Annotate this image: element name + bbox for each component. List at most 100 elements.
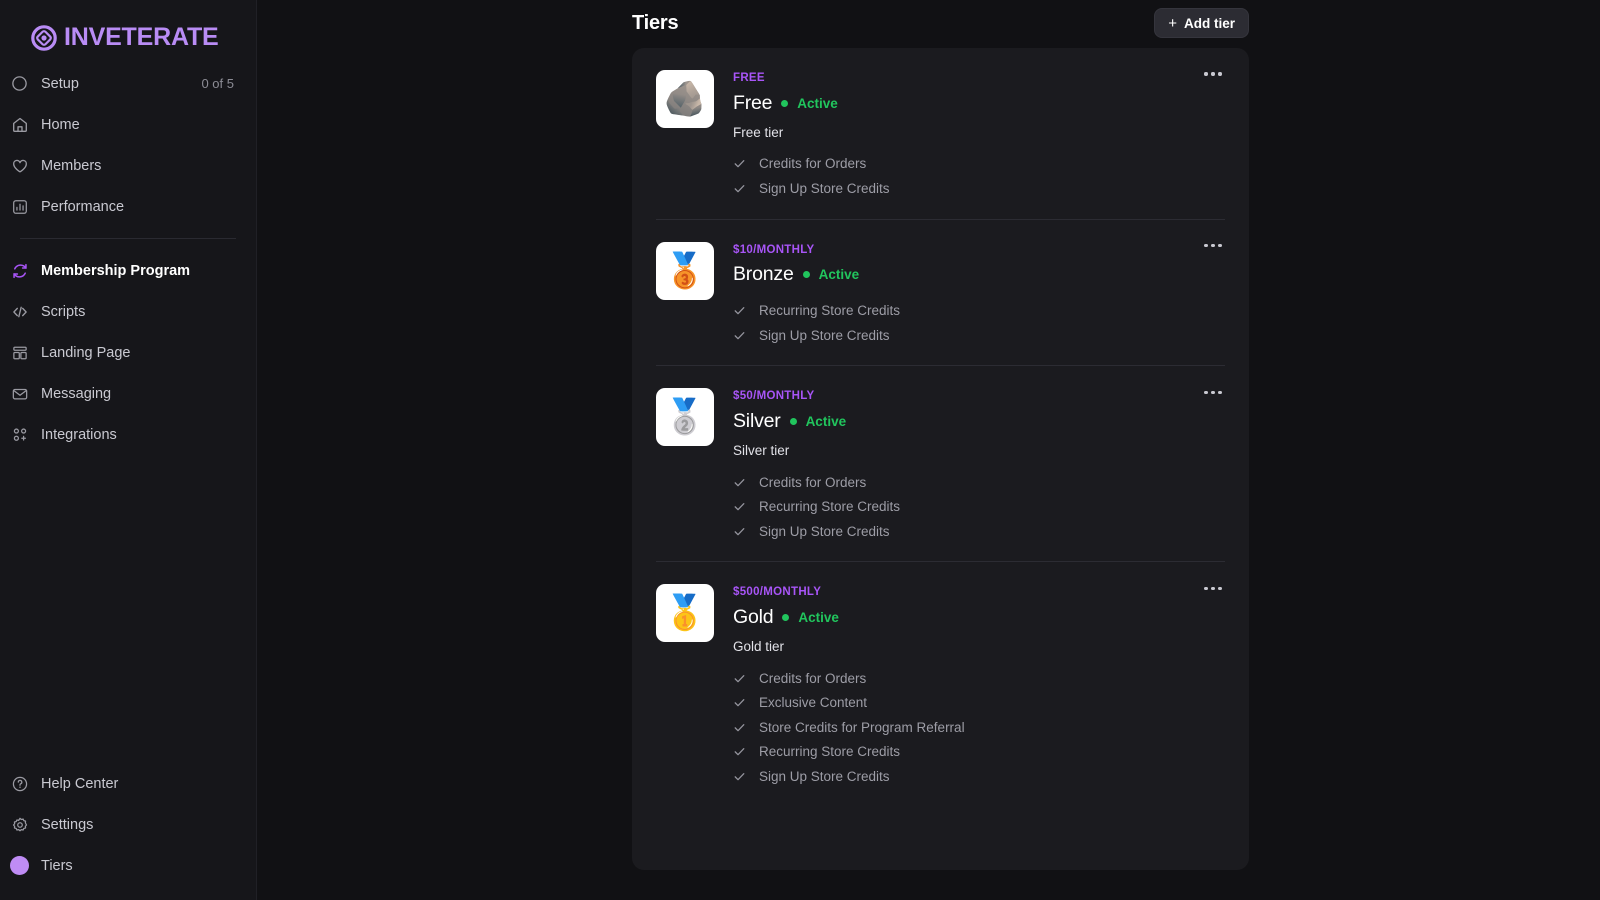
status-dot-icon <box>782 614 789 621</box>
status-dot-icon <box>803 271 810 278</box>
plus-icon: + <box>1168 16 1177 31</box>
envelope-icon <box>10 384 29 403</box>
tier-feature-list: Recurring Store Credits Sign Up Store Cr… <box>733 298 1225 347</box>
tier-feature: Sign Up Store Credits <box>733 323 1225 348</box>
sidebar-bottom-nav: Help Center Settings Tiers <box>0 763 256 886</box>
ellipsis-icon[interactable] <box>1199 380 1227 404</box>
tier-feature: Recurring Store Credits <box>733 494 1225 519</box>
sidebar-item-membership-program[interactable]: Membership Program <box>0 250 256 291</box>
heart-icon <box>10 156 29 175</box>
silver-medal-emoji: 🥈 <box>656 388 714 446</box>
tier-feature-label: Recurring Store Credits <box>759 499 900 514</box>
sidebar-item-performance[interactable]: Performance <box>0 186 256 227</box>
check-icon <box>733 329 746 342</box>
circle-icon <box>10 74 29 93</box>
sidebar-item-label: Performance <box>41 199 124 215</box>
check-icon <box>733 672 746 685</box>
status-badge: Active <box>806 414 847 429</box>
sidebar-item-scripts[interactable]: Scripts <box>0 291 256 332</box>
sidebar-item-messaging[interactable]: Messaging <box>0 373 256 414</box>
sidebar-item-label: Help Center <box>41 776 118 792</box>
sidebar-item-members[interactable]: Members <box>0 145 256 186</box>
add-tier-button[interactable]: + Add tier <box>1154 8 1249 38</box>
check-icon <box>733 476 746 489</box>
tier-feature-label: Sign Up Store Credits <box>759 328 890 343</box>
sidebar-item-setup[interactable]: Setup 0 of 5 <box>0 63 256 104</box>
sidebar-item-label: Members <box>41 158 101 174</box>
tier-details: FREE Free Active Free tier Credits for O… <box>733 70 1225 201</box>
brand-name: INVETERATE <box>64 25 219 50</box>
tier-feature-list: Credits for Orders Recurring Store Credi… <box>733 470 1225 544</box>
check-icon <box>733 182 746 195</box>
tier-description: Gold tier <box>733 639 1225 654</box>
status-dot-icon <box>781 100 788 107</box>
brand-logo[interactable]: INVETERATE <box>0 0 256 58</box>
status-dot-icon <box>790 418 797 425</box>
tier-name-row: Gold Active <box>733 606 1225 629</box>
page-title: Tiers <box>632 12 678 35</box>
tier-feature: Sign Up Store Credits <box>733 176 1225 201</box>
ellipsis-icon[interactable] <box>1199 234 1227 258</box>
tier-row[interactable]: 🥈 $50/MONTHLY Silver Active Silver tier … <box>656 365 1225 561</box>
sidebar-item-label: Settings <box>41 817 93 833</box>
tier-feature-label: Sign Up Store Credits <box>759 181 890 196</box>
tier-name-row: Silver Active <box>733 410 1225 433</box>
sidebar-item-label: Scripts <box>41 304 85 320</box>
tier-feature-label: Sign Up Store Credits <box>759 524 890 539</box>
sidebar-nav: Setup 0 of 5 Home Members <box>0 58 256 455</box>
tier-feature-label: Store Credits for Program Referral <box>759 720 965 735</box>
sidebar-item-home[interactable]: Home <box>0 104 256 145</box>
tier-feature: Sign Up Store Credits <box>733 519 1225 544</box>
sidebar-divider <box>20 238 236 239</box>
check-icon <box>733 696 746 709</box>
tier-name: Bronze <box>733 263 794 286</box>
rock-emoji: 🪨 <box>656 70 714 128</box>
sidebar-item-help-center[interactable]: Help Center <box>0 763 256 804</box>
tier-name: Silver <box>733 410 781 433</box>
sidebar-item-label: Landing Page <box>41 345 131 361</box>
sidebar-item-label: Messaging <box>41 386 111 402</box>
check-icon <box>733 770 746 783</box>
tier-name: Free <box>733 92 772 115</box>
tier-name: Gold <box>733 606 773 629</box>
tier-row[interactable]: 🪨 FREE Free Active Free tier Credits for… <box>656 48 1225 219</box>
sidebar-item-label: Membership Program <box>41 263 190 279</box>
tier-feature-label: Credits for Orders <box>759 156 866 171</box>
bar-chart-icon <box>10 197 29 216</box>
tier-feature: Recurring Store Credits <box>733 740 1225 765</box>
code-icon <box>10 302 29 321</box>
sidebar-item-integrations[interactable]: Integrations <box>0 414 256 455</box>
sidebar-item-landing-page[interactable]: Landing Page <box>0 332 256 373</box>
sidebar-item-settings[interactable]: Settings <box>0 804 256 845</box>
check-icon <box>733 745 746 758</box>
status-badge: Active <box>798 610 839 625</box>
tiers-list-card: 🪨 FREE Free Active Free tier Credits for… <box>632 48 1249 870</box>
tier-feature-label: Recurring Store Credits <box>759 744 900 759</box>
layout-icon <box>10 343 29 362</box>
tier-name-row: Bronze Active <box>733 263 1225 286</box>
check-icon <box>733 304 746 317</box>
tier-row[interactable]: 🥇 $500/MONTHLY Gold Active Gold tier Cre… <box>656 561 1225 806</box>
sidebar-item-tiers[interactable]: Tiers <box>0 845 256 886</box>
tier-details: $50/MONTHLY Silver Active Silver tier Cr… <box>733 388 1225 543</box>
tier-description: Silver tier <box>733 443 1225 458</box>
check-icon <box>733 721 746 734</box>
tier-price: $50/MONTHLY <box>733 390 1225 403</box>
tier-feature: Credits for Orders <box>733 470 1225 495</box>
tier-price: $500/MONTHLY <box>733 586 1225 599</box>
ellipsis-icon[interactable] <box>1199 576 1227 600</box>
refresh-cycle-icon <box>10 261 29 280</box>
tier-row[interactable]: 🥉 $10/MONTHLY Bronze Active Recurring St… <box>656 219 1225 366</box>
status-badge: Active <box>819 267 860 282</box>
tier-feature-label: Credits for Orders <box>759 671 866 686</box>
tier-feature-list: Credits for Orders Exclusive Content Sto… <box>733 666 1225 789</box>
avatar-dot-icon <box>10 856 29 875</box>
check-icon <box>733 525 746 538</box>
app-root: INVETERATE Setup 0 of 5 Home <box>0 0 1600 900</box>
check-icon <box>733 500 746 513</box>
sidebar-item-label: Home <box>41 117 80 133</box>
tier-feature: Recurring Store Credits <box>733 298 1225 323</box>
tier-feature: Exclusive Content <box>733 691 1225 716</box>
ellipsis-icon[interactable] <box>1199 62 1227 86</box>
tier-feature: Store Credits for Program Referral <box>733 715 1225 740</box>
